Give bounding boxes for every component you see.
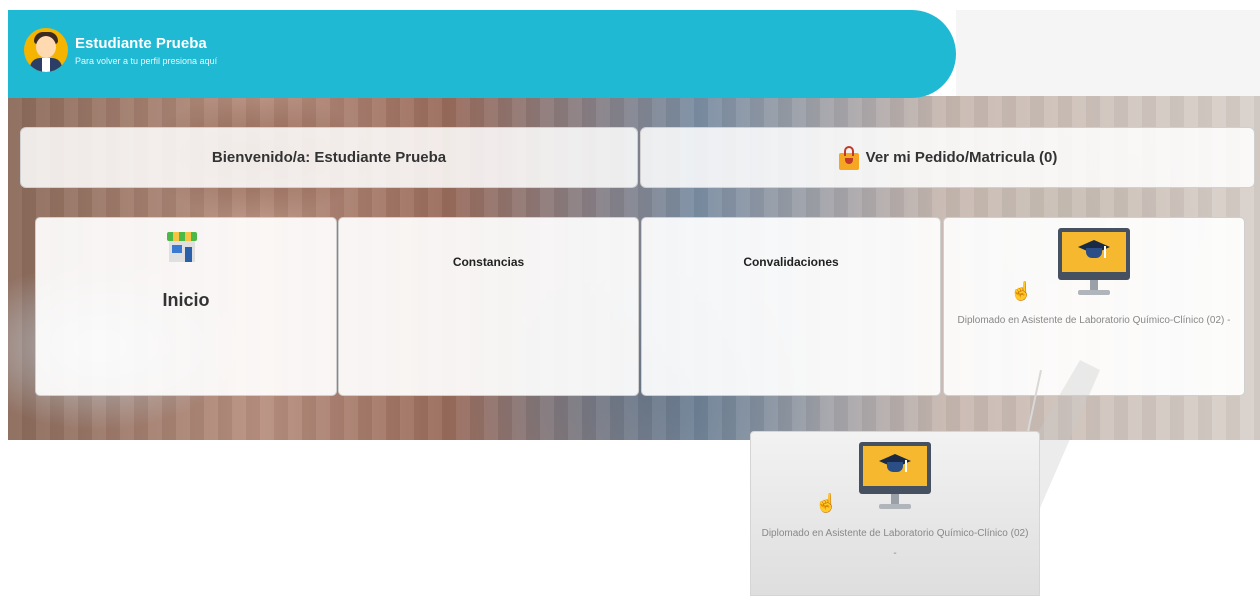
- order-label: Ver mi Pedido/Matricula (0): [865, 149, 1058, 166]
- graduation-monitor-icon: [1058, 228, 1130, 298]
- header-spacer: [956, 10, 1260, 96]
- hand-pointer-icon: ☝: [1010, 281, 1033, 301]
- shopping-bag-icon: [838, 145, 860, 170]
- course-label: Diplomado en Asistente de Laboratorio Qu…: [957, 315, 1231, 326]
- zoom-callout: ☝ Diplomado en Asistente de Laboratorio …: [750, 431, 1040, 596]
- welcome-card: Bienvenido/a: Estudiante Prueba: [20, 127, 638, 188]
- avatar[interactable]: [24, 28, 68, 72]
- zoom-course-label: Diplomado en Asistente de Laboratorio Qu…: [761, 528, 1029, 559]
- tile-inicio[interactable]: Inicio: [35, 217, 337, 396]
- tile-convalidaciones[interactable]: Convalidaciones: [641, 217, 941, 396]
- hand-pointer-icon: ☝: [815, 493, 838, 513]
- store-icon: [167, 232, 197, 262]
- app-root: Estudiante Prueba Para volver a tu perfi…: [0, 0, 1260, 596]
- user-name[interactable]: Estudiante Prueba: [75, 35, 207, 52]
- profile-link-hint[interactable]: Para volver a tu perfil presiona aquí: [75, 56, 217, 66]
- order-button[interactable]: Ver mi Pedido/Matricula (0): [640, 127, 1255, 188]
- profile-header[interactable]: Estudiante Prueba Para volver a tu perfi…: [8, 10, 956, 98]
- tile-label: Convalidaciones: [743, 255, 839, 269]
- tile-constancias[interactable]: Constancias: [338, 217, 639, 396]
- tile-label: Inicio: [162, 290, 210, 310]
- tile-label: Constancias: [452, 255, 525, 269]
- welcome-text: Bienvenido/a: Estudiante Prueba: [211, 149, 447, 166]
- graduation-monitor-icon: [859, 442, 931, 512]
